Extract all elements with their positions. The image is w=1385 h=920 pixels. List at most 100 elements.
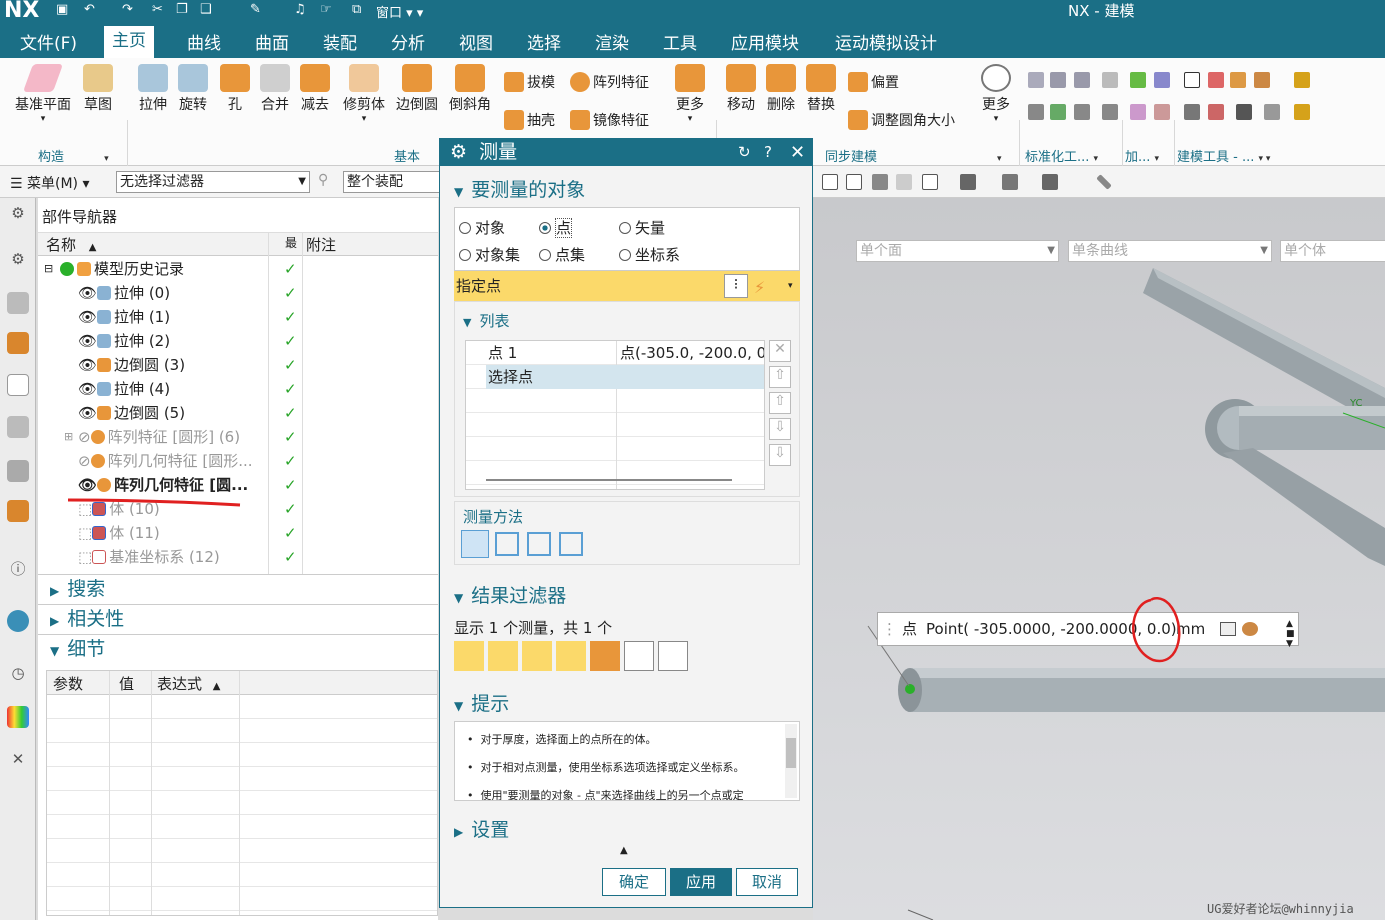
palette-icon[interactable]	[7, 706, 29, 728]
add-tool-2-icon[interactable]	[1154, 72, 1170, 88]
more-sync-button[interactable]: 更多 ▾	[978, 60, 1014, 124]
std-tool-7-icon[interactable]	[1074, 104, 1090, 120]
method-length-icon[interactable]	[559, 532, 583, 556]
settings-icon[interactable]: ⚙	[7, 202, 29, 224]
undo-icon[interactable]: ↶	[84, 2, 95, 17]
hole-button[interactable]: 孔	[216, 60, 254, 114]
col-value[interactable]: 值	[119, 673, 134, 694]
offset-region-button[interactable]: 偏置	[848, 72, 899, 92]
std-tool-2-icon[interactable]	[1050, 72, 1066, 88]
radio-point[interactable]: 点	[539, 217, 573, 238]
section-details[interactable]: ▼ 细节	[38, 634, 438, 662]
add-tool-4-icon[interactable]	[1154, 104, 1170, 120]
menu-file[interactable]: 文件(F)	[20, 29, 77, 54]
view-tool-5-icon[interactable]	[922, 174, 938, 190]
copy-icon[interactable]: ❐	[176, 2, 188, 17]
std-tool-8-icon[interactable]	[1102, 104, 1118, 120]
reset-icon[interactable]: ↻	[738, 139, 751, 166]
group-construct[interactable]: 构造 ▾	[38, 146, 109, 165]
chamfer-button[interactable]: 倒斜角	[447, 60, 493, 114]
point-dialog-icon[interactable]: ⁝	[724, 274, 748, 298]
show-readout-icon[interactable]	[1242, 622, 1258, 636]
tree-row-datum-csys-12[interactable]: ⬚ 基准坐标系 (12) ✓	[38, 545, 438, 569]
menu-select[interactable]: 选择	[527, 29, 561, 54]
build-tool-4-icon[interactable]	[1254, 72, 1270, 88]
menu-applications[interactable]: 应用模块	[731, 29, 799, 54]
method-distance-icon[interactable]	[461, 530, 489, 558]
radio-object[interactable]: 对象	[459, 217, 505, 238]
col-latest[interactable]: 最	[285, 234, 297, 251]
paste-icon[interactable]: ❑	[200, 2, 212, 17]
std-tool-3-icon[interactable]	[1074, 72, 1090, 88]
col-name[interactable]: 名称 ▲	[46, 234, 97, 255]
radio-object-set[interactable]: 对象集	[459, 244, 520, 265]
revolve-button[interactable]: 旋转	[174, 60, 212, 114]
ruler-icon[interactable]	[1096, 174, 1112, 190]
menu-surface[interactable]: 曲面	[255, 29, 289, 54]
redo-icon[interactable]: ↷	[122, 2, 133, 17]
move-down-icon[interactable]: ⇩	[769, 418, 791, 440]
tree-row-body-11[interactable]: ⬚ 体 (11) ✓	[38, 521, 438, 545]
view-tool-6-icon[interactable]	[960, 174, 976, 190]
radio-point-set[interactable]: 点集	[539, 244, 585, 265]
build-tool-7-icon[interactable]	[1236, 104, 1252, 120]
std-tool-1-icon[interactable]	[1028, 72, 1044, 88]
save-icon[interactable]: ▣	[56, 2, 68, 17]
help-icon[interactable]: ?	[764, 139, 772, 166]
trim-body-button[interactable]: 修剪体 ▾	[340, 60, 388, 124]
mirror-feature-button[interactable]: 镜像特征	[570, 110, 649, 130]
pattern-feature-button[interactable]: 阵列特征	[570, 72, 649, 92]
view-tool-8-icon[interactable]	[1042, 174, 1058, 190]
filter-area-icon[interactable]	[556, 641, 586, 671]
clock-icon[interactable]: ◷	[7, 662, 29, 684]
close-icon[interactable]: ✕	[790, 139, 805, 166]
menu-tools[interactable]: 工具	[663, 29, 697, 54]
edge-blend-button[interactable]: 边倒圆	[394, 60, 440, 114]
draft-button[interactable]: 拔模	[504, 72, 555, 92]
build-tool-2-icon[interactable]	[1208, 72, 1224, 88]
type-filter-combo[interactable]: 无选择过滤器 ▼	[116, 171, 310, 193]
build-tool-6-icon[interactable]	[1208, 104, 1224, 120]
section-objects[interactable]: ▼ 要测量的对象	[454, 175, 585, 202]
constraint-nav-icon[interactable]	[7, 292, 29, 314]
tree-row-extrude-0[interactable]: 👁 拉伸 (0) ✓	[38, 281, 438, 305]
menu-button[interactable]: ☰ 菜单(M) ▾	[10, 173, 90, 193]
move-face-button[interactable]: 移动	[722, 60, 760, 114]
radio-csys[interactable]: 坐标系	[619, 244, 680, 265]
tree-row-extrude-4[interactable]: 👁 拉伸 (4) ✓	[38, 377, 438, 401]
move-bottom-icon[interactable]: ⇩	[769, 444, 791, 466]
sketch-button[interactable]: 草图	[80, 60, 116, 114]
tree-row-pattern-6[interactable]: ⊞ ⊘ 阵列特征 [圆形] (6) ✓	[38, 425, 438, 449]
unite-button[interactable]: 合并	[256, 60, 294, 114]
menu-motion[interactable]: 运动模拟设计	[835, 29, 937, 54]
section-search[interactable]: ▶ 搜索	[38, 574, 438, 602]
specify-point-row[interactable]: 指定点 ⁝ ⚡ ▾	[454, 271, 800, 301]
scope-combo[interactable]: 整个装配	[343, 171, 443, 193]
add-tool-1-icon[interactable]	[1130, 72, 1146, 88]
col-expression[interactable]: 表达式 ▲	[157, 673, 221, 694]
build-tool-8-icon[interactable]	[1264, 104, 1280, 120]
inferred-point-icon[interactable]: ⚡	[754, 273, 765, 303]
graphics-window[interactable]: 单个面 ▼ 单条曲线 ▼ 单个体 YC ⋮ 点 Point( -305.0000, …	[813, 198, 1385, 920]
point-type-dropdown[interactable]: ▾	[788, 271, 793, 301]
radio-vector[interactable]: 矢量	[619, 217, 665, 238]
assembly-nav-icon[interactable]: ⚙	[7, 248, 29, 270]
extra-tool-2-icon[interactable]	[1294, 104, 1310, 120]
view-tool-7-icon[interactable]	[1002, 174, 1018, 190]
extra-tool-1-icon[interactable]	[1294, 72, 1310, 88]
method-projected-icon[interactable]	[495, 532, 519, 556]
filter-icon[interactable]: ⚲	[318, 172, 328, 188]
collapse-icon[interactable]: ▲	[620, 845, 628, 856]
more-basic-button[interactable]: 更多 ▾	[672, 60, 708, 124]
section-hints[interactable]: ▼ 提示	[454, 689, 509, 716]
replace-face-button[interactable]: 替换	[802, 60, 840, 114]
remove-icon[interactable]: ✕	[769, 340, 791, 362]
move-top-icon[interactable]: ⇧	[769, 366, 791, 388]
filter-curve-icon[interactable]	[522, 641, 552, 671]
group-sync[interactable]: 同步建模 ▾	[825, 146, 1002, 165]
history-tool-icon[interactable]	[7, 500, 29, 522]
filter-volume-icon[interactable]	[590, 641, 620, 671]
menu-home[interactable]: 主页	[104, 26, 154, 58]
method-screen-icon[interactable]	[527, 532, 551, 556]
std-tool-4-icon[interactable]	[1102, 72, 1118, 88]
